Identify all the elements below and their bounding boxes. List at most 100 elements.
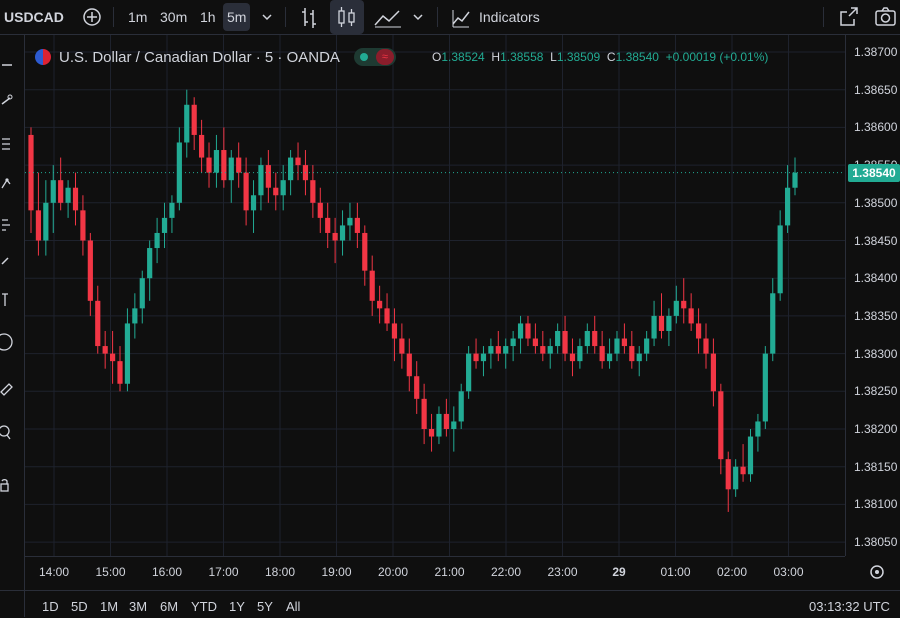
candle-body: [577, 346, 583, 362]
symbol-title[interactable]: U.S. Dollar / Canadian Dollar · 5 · OAND…: [59, 49, 340, 66]
candle-body: [184, 104, 190, 143]
candle-body: [332, 232, 338, 241]
range-button-5d[interactable]: 5D: [71, 599, 88, 614]
candle: [762, 346, 768, 429]
status-dot-icon: [359, 53, 368, 61]
candle: [191, 97, 197, 151]
candle: [428, 413, 435, 452]
range-button-1d[interactable]: 1D: [42, 599, 59, 614]
range-button-6m[interactable]: 6M: [160, 599, 178, 614]
candle-body: [117, 361, 123, 384]
candle: [495, 330, 501, 362]
candle-chart-type-icon[interactable]: [330, 0, 364, 34]
candle: [236, 142, 242, 188]
time-tick-label: 23:00: [547, 565, 578, 579]
candle-body: [50, 180, 56, 203]
candle: [584, 323, 590, 354]
price-tick-label: 1.38250: [854, 384, 898, 399]
candle: [784, 165, 791, 233]
candle-body: [695, 323, 702, 339]
candle: [510, 330, 516, 362]
candle-body: [503, 346, 509, 354]
candle: [87, 232, 93, 316]
candle-body: [199, 134, 205, 158]
range-button-1m[interactable]: 1M: [100, 599, 118, 614]
candle: [740, 444, 746, 482]
candle-body: [792, 172, 798, 188]
candle: [265, 150, 271, 203]
price-tick-label: 1.38050: [854, 535, 898, 550]
candle-body: [80, 210, 86, 241]
indicators-button[interactable]: Indicators: [479, 0, 540, 34]
candle: [436, 406, 442, 445]
candle-body: [273, 187, 279, 196]
candle: [317, 187, 323, 233]
candle-body: [406, 353, 412, 377]
market-status-badge[interactable]: ≈: [353, 48, 396, 66]
ruler-tool-icon[interactable]: [0, 378, 20, 398]
range-button-ytd[interactable]: YTD: [191, 599, 217, 614]
candle: [406, 338, 412, 392]
range-button-3m[interactable]: 3M: [129, 599, 147, 614]
range-button-1y[interactable]: 1Y: [229, 599, 245, 614]
chart-pane[interactable]: [25, 35, 845, 556]
range-button-5y[interactable]: 5Y: [257, 599, 273, 614]
candle-body: [102, 346, 108, 354]
time-axis[interactable]: 14:00 15:00 16:00 17:00 18:00 19:00 20:00 21:00…: [25, 556, 884, 587]
candle-body: [629, 346, 635, 362]
separator: [285, 7, 286, 27]
time-tick-label: 02:00: [716, 565, 748, 579]
interval-1m[interactable]: 1m: [128, 0, 147, 34]
cursor-tool-icon[interactable]: [0, 55, 20, 75]
candle-body: [317, 202, 323, 218]
zoom-tool-icon[interactable]: [0, 423, 20, 443]
candle-body: [592, 330, 598, 347]
candle: [384, 293, 390, 331]
bar-chart-type-icon[interactable]: [298, 0, 320, 34]
candle-body: [443, 413, 449, 429]
candle: [532, 323, 538, 354]
candle-body: [228, 157, 234, 181]
indicators-icon[interactable]: [450, 0, 472, 34]
candle: [488, 338, 494, 369]
pattern-tool-icon[interactable]: [0, 173, 20, 193]
candle-body: [206, 157, 212, 173]
candle-body: [562, 330, 568, 354]
candle-body: [480, 353, 487, 362]
utc-clock[interactable]: 03:13:32 UTC: [809, 599, 890, 614]
range-button-all[interactable]: All: [286, 599, 300, 614]
brush-tool-icon[interactable]: [0, 250, 20, 270]
candle: [695, 308, 702, 354]
candle-body: [65, 187, 71, 203]
lock-tool-icon[interactable]: [0, 475, 20, 495]
interval-5m[interactable]: 5m: [223, 3, 251, 31]
candle: [666, 308, 672, 347]
candle: [176, 127, 182, 211]
candle: [154, 217, 160, 264]
candle: [50, 165, 56, 233]
area-chart-type-icon[interactable]: [373, 0, 403, 34]
candle: [124, 308, 131, 392]
camera-icon[interactable]: [874, 0, 898, 34]
candle-body: [740, 466, 746, 475]
candle-body: [718, 391, 724, 460]
symbol-label[interactable]: USDCAD: [4, 0, 64, 34]
trend-line-icon[interactable]: [0, 90, 20, 110]
candlestick-chart[interactable]: [25, 35, 845, 556]
interval-1h[interactable]: 1h: [200, 0, 216, 34]
interval-30m[interactable]: 30m: [160, 0, 187, 34]
emoji-tool-icon[interactable]: [0, 332, 20, 352]
projection-tool-icon[interactable]: [0, 215, 20, 235]
chart-type-dropdown-icon[interactable]: [410, 0, 426, 34]
candle-body: [540, 346, 546, 354]
open-external-icon[interactable]: [837, 0, 859, 34]
fib-tool-icon[interactable]: [0, 135, 20, 155]
candle-body: [58, 180, 64, 203]
candle-body: [421, 398, 427, 429]
candle: [673, 285, 679, 324]
interval-dropdown-icon[interactable]: [259, 0, 275, 34]
settings-gear-icon[interactable]: [868, 563, 886, 581]
text-tool-icon[interactable]: [0, 290, 20, 310]
add-symbol-icon[interactable]: [82, 0, 102, 34]
price-axis[interactable]: 1.387001.386501.386001.385501.385001.384…: [845, 35, 900, 556]
